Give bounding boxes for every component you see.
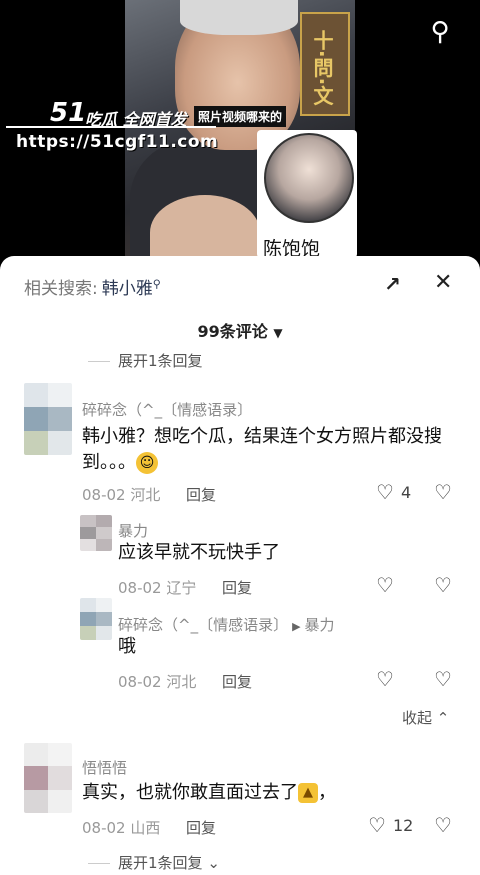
reply-arrow-icon: ▶ [292, 620, 301, 633]
comment-meta: 08-02 河北 [82, 486, 161, 504]
avatar-tile [96, 527, 112, 539]
reply-button[interactable]: 回复 [222, 671, 252, 692]
profile-photo [264, 133, 354, 223]
avatar-tile [24, 431, 48, 455]
avatar-tile [48, 766, 72, 790]
avatar-tile [80, 612, 96, 626]
like-heart-icon[interactable]: ♡ [376, 573, 394, 597]
avatar-tile [24, 789, 48, 813]
video-caption: 照片视频哪来的 [194, 106, 287, 127]
dislike-heart-icon[interactable]: ♡ [434, 573, 452, 597]
reply-button[interactable]: 回复 [186, 484, 216, 505]
site-logo: 51 [50, 98, 87, 128]
avatar-tile [48, 743, 72, 767]
comment-text: 哦 [118, 636, 136, 657]
comment-author[interactable]: 碎碎念（^_〔情感语录〕 [82, 399, 252, 420]
close-icon[interactable]: ✕ [434, 270, 452, 295]
avatar[interactable] [24, 743, 72, 813]
dislike-heart-icon[interactable]: ♡ [434, 667, 452, 691]
search-small-icon: ⚲ [152, 277, 161, 291]
avatar[interactable] [80, 598, 112, 640]
avatar-tile [24, 743, 48, 767]
person-hair [180, 0, 298, 35]
like-heart-icon[interactable]: ♡ [368, 813, 386, 837]
avatar-tile [48, 789, 72, 813]
avatar-tile [48, 383, 72, 407]
divider-dash [88, 863, 110, 864]
avatar-tile [24, 766, 48, 790]
related-search-label: 相关搜索: [24, 279, 98, 299]
comment-author[interactable]: 碎碎念（^_〔情感语录〕 ▶ 暴力 [118, 614, 335, 635]
comment-text: 真实，也就你敢直面过去了 ▲， [82, 782, 336, 803]
video-player[interactable]: 十·問·文 51 吃瓜 全网首发 照片视频哪来的 https://51cgf11… [0, 0, 480, 270]
caret-down-icon: ▼ [273, 326, 283, 340]
thumbs-up-emoji-icon: ▲ [298, 783, 318, 803]
comment-meta: 08-02 河北 [118, 673, 197, 691]
collapse-replies-button[interactable]: 收起 ⌃ [402, 707, 449, 728]
expand-replies-top[interactable]: 展开1条回复 [88, 350, 203, 371]
comment-text: 应该早就不玩快手了 [118, 542, 280, 563]
comment-text: 韩小雅？想吃个瓜，结果连个女方照片都没搜到。。。 ☺ [82, 426, 442, 474]
avatar-tile [48, 407, 72, 431]
avatar[interactable] [24, 383, 72, 455]
like-count: 12 [393, 816, 414, 835]
like-heart-icon[interactable]: ♡ [376, 480, 394, 504]
search-icon[interactable]: ⚲ [422, 14, 458, 50]
avatar-tile [96, 612, 112, 626]
laughing-crying-emoji-icon: ☺ [136, 452, 158, 474]
watermark-url: https://51cgf11.com [16, 132, 219, 152]
comment-meta: 08-02 山西 [82, 819, 161, 837]
expand-replies-bottom[interactable]: 展开1条回复 ⌄ [88, 852, 220, 873]
dislike-heart-icon[interactable]: ♡ [434, 813, 452, 837]
like-heart-icon[interactable]: ♡ [376, 667, 394, 691]
dislike-heart-icon[interactable]: ♡ [434, 480, 452, 504]
avatar[interactable] [80, 515, 112, 551]
avatar-tile [96, 626, 112, 640]
avatar-tile [96, 515, 112, 527]
avatar-tile [96, 539, 112, 551]
poster-text: 十·問·文 [310, 30, 334, 106]
avatar-tile [24, 383, 48, 407]
reply-button[interactable]: 回复 [222, 577, 252, 598]
divider-dash [88, 361, 110, 362]
comment-author[interactable]: 暴力 [118, 520, 148, 541]
expand-icon[interactable]: ↗ [384, 272, 401, 296]
avatar-tile [80, 539, 96, 551]
comment-author[interactable]: 悟悟悟 [82, 757, 127, 778]
avatar-tile [48, 431, 72, 455]
like-count: 4 [401, 483, 412, 502]
logo-underline [6, 126, 216, 128]
comment-count[interactable]: 99条评论 ▼ [0, 318, 480, 342]
avatar-tile [80, 527, 96, 539]
related-search-keyword[interactable]: 韩小雅 [102, 279, 153, 299]
related-search[interactable]: 相关搜索: 韩小雅⚲ [24, 274, 161, 299]
avatar-tile [96, 598, 112, 612]
avatar-tile [80, 626, 96, 640]
chevron-down-icon: ⌄ [207, 854, 220, 872]
avatar-tile [80, 515, 96, 527]
avatar-tile [80, 598, 96, 612]
reply-button[interactable]: 回复 [186, 817, 216, 838]
chevron-up-icon: ⌃ [436, 709, 450, 727]
comment-meta: 08-02 辽宁 [118, 579, 197, 597]
avatar-tile [24, 407, 48, 431]
